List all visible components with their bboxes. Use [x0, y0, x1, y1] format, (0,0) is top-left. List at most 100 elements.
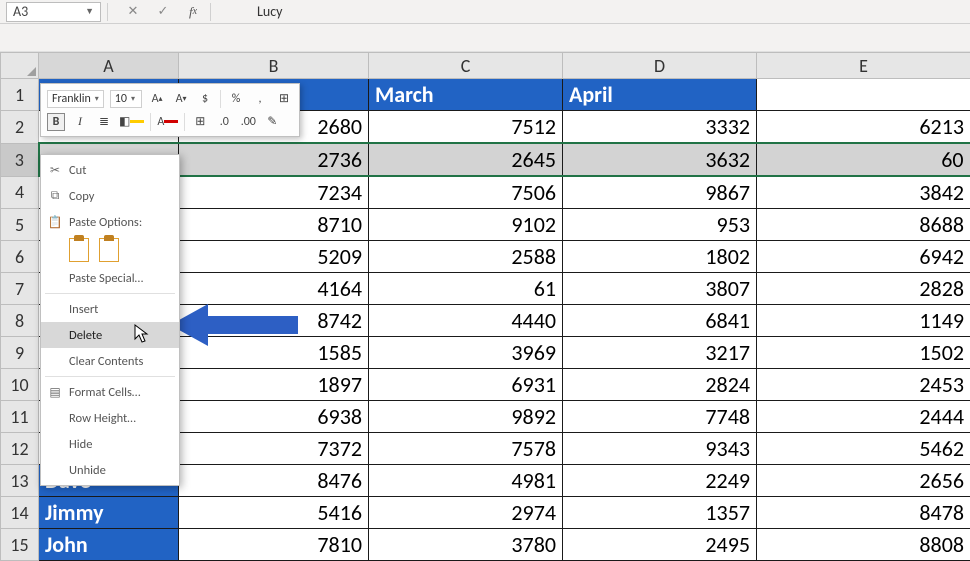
- cell[interactable]: 8688: [757, 209, 970, 241]
- cell[interactable]: 2444: [757, 401, 970, 433]
- merge-icon[interactable]: ⊞: [191, 113, 209, 131]
- cell[interactable]: 61: [369, 273, 563, 305]
- cell[interactable]: 60: [757, 143, 970, 176]
- paste-icon[interactable]: [69, 238, 89, 262]
- menu-item-unhide[interactable]: Unhide: [41, 457, 179, 483]
- row-header[interactable]: 8: [1, 305, 39, 337]
- menu-item-copy[interactable]: ⧉ Copy: [41, 183, 179, 209]
- accept-icon[interactable]: ✓: [152, 2, 174, 22]
- cell[interactable]: 6213: [757, 111, 970, 144]
- menu-item-format-cells[interactable]: ▤ Format Cells…: [41, 379, 179, 405]
- italic-button[interactable]: I: [71, 113, 89, 131]
- cell[interactable]: 9892: [369, 401, 563, 433]
- font-name-select[interactable]: Franklin ▾: [47, 90, 104, 108]
- menu-item-paste-special[interactable]: Paste Special…: [41, 265, 179, 291]
- decimal-increase-icon[interactable]: .00: [239, 113, 257, 131]
- cell[interactable]: 2824: [563, 369, 757, 401]
- cell[interactable]: 7810: [179, 529, 369, 561]
- cell[interactable]: 6931: [369, 369, 563, 401]
- cell[interactable]: 2974: [369, 497, 563, 529]
- menu-item-insert[interactable]: Insert: [41, 296, 179, 322]
- cell[interactable]: 3969: [369, 337, 563, 369]
- cell[interactable]: 3217: [563, 337, 757, 369]
- chevron-down-icon[interactable]: ▼: [85, 6, 94, 17]
- bold-button[interactable]: B: [47, 113, 65, 131]
- row-header[interactable]: 15: [1, 529, 39, 561]
- cancel-icon[interactable]: ✕: [122, 2, 144, 22]
- cell[interactable]: 7506: [369, 176, 563, 209]
- font-size-select[interactable]: 10 ▾: [110, 90, 142, 108]
- cell[interactable]: 8808: [757, 529, 970, 561]
- row-header[interactable]: 11: [1, 401, 39, 433]
- row-header[interactable]: 10: [1, 369, 39, 401]
- cell[interactable]: 4440: [369, 305, 563, 337]
- cell[interactable]: Jimmy: [39, 497, 179, 529]
- cell[interactable]: 2656: [757, 465, 970, 497]
- cell[interactable]: 8478: [757, 497, 970, 529]
- cell[interactable]: 4164: [179, 273, 369, 305]
- decimal-decrease-icon[interactable]: .0: [215, 113, 233, 131]
- cell[interactable]: 953: [563, 209, 757, 241]
- row-header[interactable]: 2: [1, 111, 39, 144]
- cell[interactable]: 7748: [563, 401, 757, 433]
- row-header[interactable]: 9: [1, 337, 39, 369]
- cell[interactable]: 9102: [369, 209, 563, 241]
- cell[interactable]: 1357: [563, 497, 757, 529]
- decrease-font-icon[interactable]: A▾: [172, 90, 190, 108]
- cell[interactable]: 7578: [369, 433, 563, 465]
- cell[interactable]: 3632: [563, 143, 757, 176]
- name-box[interactable]: A3 ▼: [6, 2, 101, 22]
- cell[interactable]: 6841: [563, 305, 757, 337]
- menu-item-delete[interactable]: Delete: [41, 322, 179, 348]
- cell[interactable]: 2453: [757, 369, 970, 401]
- menu-item-row-height[interactable]: Row Height…: [41, 405, 179, 431]
- fx-icon[interactable]: fx: [182, 2, 204, 22]
- row-header[interactable]: 6: [1, 241, 39, 273]
- cell[interactable]: 8476: [179, 465, 369, 497]
- cell[interactable]: 9343: [563, 433, 757, 465]
- menu-item-cut[interactable]: ✂ Cut: [41, 157, 179, 183]
- column-header-d[interactable]: D: [563, 53, 757, 79]
- font-color-icon[interactable]: A: [157, 113, 178, 131]
- cell[interactable]: 7234: [179, 176, 369, 209]
- row-header[interactable]: 4: [1, 176, 39, 209]
- fill-color-icon[interactable]: ◧: [119, 113, 144, 131]
- cell[interactable]: John: [39, 529, 179, 561]
- menu-item-hide[interactable]: Hide: [41, 431, 179, 457]
- row-header[interactable]: 12: [1, 433, 39, 465]
- cell[interactable]: 2588: [369, 241, 563, 273]
- formula-bar-value[interactable]: Lucy: [257, 3, 283, 20]
- column-header-e[interactable]: E: [757, 53, 970, 79]
- percent-button[interactable]: %: [227, 90, 245, 108]
- cell[interactable]: 9867: [563, 176, 757, 209]
- cell[interactable]: 5416: [179, 497, 369, 529]
- cell[interactable]: 3842: [757, 176, 970, 209]
- row-header[interactable]: 7: [1, 273, 39, 305]
- cell[interactable]: 3780: [369, 529, 563, 561]
- row-header[interactable]: 1: [1, 79, 39, 111]
- cell[interactable]: 5462: [757, 433, 970, 465]
- cell[interactable]: 2828: [757, 273, 970, 305]
- cell[interactable]: 1802: [563, 241, 757, 273]
- column-header-b[interactable]: B: [179, 53, 369, 79]
- paste-values-icon[interactable]: [99, 238, 119, 262]
- column-header-a[interactable]: A: [39, 53, 179, 79]
- cell[interactable]: 2495: [563, 529, 757, 561]
- cell[interactable]: 7512: [369, 111, 563, 144]
- cell[interactable]: 3332: [563, 111, 757, 144]
- format-icon[interactable]: ✎: [263, 113, 281, 131]
- increase-font-icon[interactable]: A▴: [148, 90, 166, 108]
- currency-button[interactable]: $: [196, 90, 214, 108]
- cell[interactable]: 6938: [179, 401, 369, 433]
- cell[interactable]: 3807: [563, 273, 757, 305]
- cell[interactable]: 5209: [179, 241, 369, 273]
- cell[interactable]: 8710: [179, 209, 369, 241]
- row-header[interactable]: 5: [1, 209, 39, 241]
- cell[interactable]: April: [563, 79, 757, 111]
- cell[interactable]: 2249: [563, 465, 757, 497]
- format-painter-icon[interactable]: ⊞: [275, 90, 293, 108]
- cell[interactable]: 1149: [757, 305, 970, 337]
- cell[interactable]: 1502: [757, 337, 970, 369]
- borders-icon[interactable]: ≣: [95, 113, 113, 131]
- row-header[interactable]: 14: [1, 497, 39, 529]
